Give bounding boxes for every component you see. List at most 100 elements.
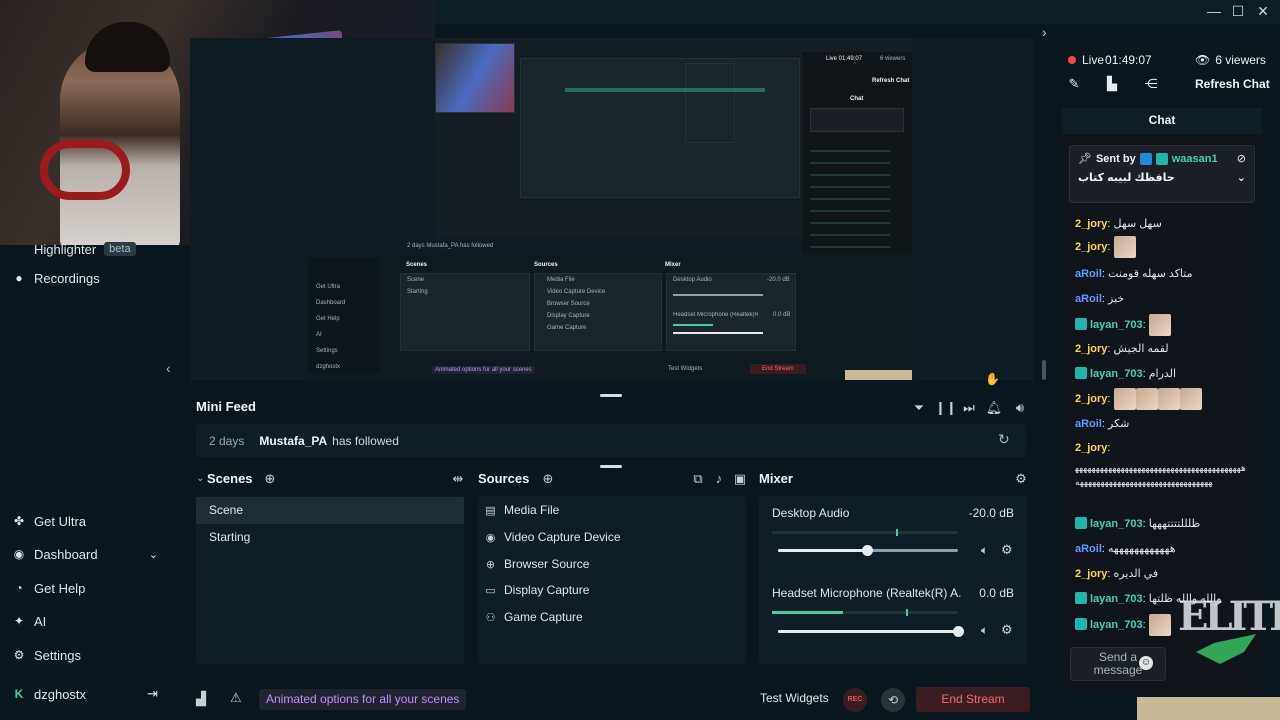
volume-slider-knob[interactable] xyxy=(953,626,964,637)
chat-user[interactable]: layan_703 xyxy=(1090,619,1143,631)
refresh-feed-icon[interactable]: ↻ xyxy=(998,431,1010,448)
source-item[interactable]: ⊕ Browser Source xyxy=(484,551,589,577)
edit-icon[interactable]: ✎ xyxy=(1066,76,1082,92)
preview-nested-sidebar: Get Ultra Dashboard Get Help AI Settings… xyxy=(308,258,380,373)
volume-slider-fill xyxy=(778,630,958,633)
viewers-label: 6 viewers xyxy=(1215,53,1266,67)
folder-icon[interactable]: ▣ xyxy=(732,471,748,487)
gear-icon[interactable]: ⚙ xyxy=(1001,622,1013,638)
mixer-title: Mixer xyxy=(759,471,793,486)
alert-icon[interactable]: ⚠ xyxy=(230,690,242,706)
preview-scene-item: Starting xyxy=(407,289,428,295)
sidebar-item-get-ultra[interactable]: ✤ Get Ultra xyxy=(12,509,86,533)
chat-text: خبز xyxy=(1108,293,1125,305)
event-user[interactable]: Mustafa_PA xyxy=(259,434,327,448)
sidebar-item-highlighter[interactable]: Highlighter beta xyxy=(12,237,136,261)
speaker-icon[interactable]: 🔈︎ xyxy=(981,623,988,638)
refresh-chat-button[interactable]: Refresh Chat xyxy=(1195,77,1270,91)
preview-source-item: Media File xyxy=(547,277,575,283)
mixer-channel-label: Headset Microphone (Realtek(R) A... xyxy=(772,586,962,600)
elite-logo-text: ELITE xyxy=(1178,593,1280,640)
pinned-message[interactable]: 📌︎ Sent by waasan1 ⊘ حافظك لبيبه كتاب ⌄ xyxy=(1069,145,1255,203)
pause-icon[interactable]: ❙❙ xyxy=(935,400,957,416)
chat-user[interactable]: layan_703 xyxy=(1090,319,1143,331)
sidebar-user[interactable]: K dzghostx ⇥ xyxy=(12,682,158,706)
stream-preview[interactable]: Live 01:49:07 6 viewers Refresh Chat Cha… xyxy=(190,38,1034,380)
scene-item[interactable]: Starting xyxy=(196,524,464,551)
preview-scenes-title: Scenes xyxy=(406,262,428,268)
share-icon[interactable]: ⋲ xyxy=(1143,76,1159,92)
test-widgets-button[interactable]: Test Widgets xyxy=(760,691,829,705)
chat-user[interactable]: 2_jory xyxy=(1075,343,1107,355)
chat-user[interactable]: 2_jory xyxy=(1075,442,1107,454)
audio-source-icon[interactable]: ♪ xyxy=(711,471,727,487)
chat-user[interactable]: aRoil xyxy=(1075,543,1102,555)
chat-user[interactable]: layan_703 xyxy=(1090,593,1143,605)
sidebar-item-settings[interactable]: ⚙ Settings xyxy=(12,643,81,667)
badge-icon xyxy=(1075,367,1087,379)
hide-icon[interactable]: ⊘ xyxy=(1237,152,1246,165)
stats-icon[interactable]: ▟ xyxy=(196,691,206,707)
chat-user[interactable]: 2_jory xyxy=(1075,241,1107,253)
add-scene-icon[interactable]: ⊕ xyxy=(262,471,278,487)
preview-mixer-meter xyxy=(673,324,713,326)
volume-slider-knob[interactable] xyxy=(862,545,873,556)
minimize-button[interactable]: — xyxy=(1202,0,1226,22)
chevron-right-icon[interactable]: › xyxy=(1042,24,1047,40)
mixer-channel-db: 0.0 dB xyxy=(979,586,1014,600)
preview-sources-panel: Media File Video Capture Device Browser … xyxy=(534,273,662,351)
promo-banner[interactable]: Animated options for all your scenes xyxy=(259,689,467,710)
source-label: Media File xyxy=(504,503,560,517)
group-icon[interactable]: ⧉ xyxy=(690,471,706,487)
sidebar-item-recordings[interactable]: ● Recordings xyxy=(12,266,99,290)
source-item[interactable]: ▤ Media File xyxy=(484,497,559,523)
replay-buffer-icon[interactable]: ⟲ xyxy=(881,688,905,712)
scene-item[interactable]: Scene xyxy=(196,497,464,524)
gear-icon[interactable]: ⚙ xyxy=(1013,471,1029,487)
logout-icon[interactable]: ⇥ xyxy=(147,686,158,702)
chat-user[interactable]: aRoil xyxy=(1075,268,1102,280)
minifeed-resize-handle[interactable] xyxy=(600,394,622,397)
chat-user[interactable]: 2_jory xyxy=(1075,568,1107,580)
preview-scrollbar[interactable] xyxy=(1042,360,1046,380)
preview-mixer-db: -20.0 dB xyxy=(767,277,790,283)
close-button[interactable]: ✕ xyxy=(1251,0,1275,22)
dock-resize-handle[interactable] xyxy=(600,465,622,468)
skip-icon[interactable]: ⏭ xyxy=(960,400,978,416)
chat-user[interactable]: layan_703 xyxy=(1090,518,1143,530)
sidebar-item-ai[interactable]: ✦ AI xyxy=(12,609,46,633)
preview-mixer-slider xyxy=(673,332,763,334)
add-source-icon[interactable]: ⊕ xyxy=(540,471,556,487)
badge-icon xyxy=(1075,617,1087,630)
source-item[interactable]: ⚇ Game Capture xyxy=(484,604,583,630)
volume-icon[interactable]: 🔊︎ xyxy=(1011,400,1029,416)
chevron-down-icon[interactable]: ⌄ xyxy=(1237,171,1246,184)
monitor-icon: ▭ xyxy=(485,584,496,597)
preview-mixer-item: Headset Microphone (Realtek(R) A... xyxy=(673,312,758,318)
gear-icon[interactable]: ⚙ xyxy=(1001,542,1013,558)
chat-user[interactable]: layan_703 xyxy=(1090,368,1143,380)
chat-user[interactable]: 2_jory xyxy=(1075,393,1107,405)
bell-icon[interactable]: 🔔︎ xyxy=(985,400,1003,416)
dashboard-tool-icon[interactable]: ▙ xyxy=(1104,76,1120,92)
source-item[interactable]: ◉ Video Capture Device xyxy=(484,524,621,550)
chat-user[interactable]: 2_jory xyxy=(1075,218,1107,230)
collapse-sidebar-icon[interactable]: ‹ xyxy=(166,360,182,380)
chat-user[interactable]: aRoil xyxy=(1075,293,1102,305)
end-stream-button[interactable]: End Stream xyxy=(916,687,1030,712)
volume-slider[interactable] xyxy=(778,630,958,633)
emote-image xyxy=(1113,236,1136,258)
scene-transition-icon[interactable]: ⇹ xyxy=(450,471,466,487)
emoji-icon[interactable]: ☺ xyxy=(1139,656,1153,670)
viewer-count: 👁︎ 6 viewers xyxy=(1195,53,1266,67)
chevron-down-icon[interactable]: ⌄ xyxy=(196,473,204,484)
sidebar-item-get-help[interactable]: ◔ Get Help xyxy=(12,576,85,600)
speaker-icon[interactable]: 🔈︎ xyxy=(981,543,988,558)
chat-user[interactable]: aRoil xyxy=(1075,418,1102,430)
preview-side-item: Get Help xyxy=(316,316,340,322)
sidebar-item-dashboard[interactable]: ◉ Dashboard ⌄ xyxy=(12,542,158,566)
filter-icon[interactable]: ⏷ xyxy=(910,400,928,416)
record-button[interactable]: REC xyxy=(843,688,867,712)
maximize-button[interactable]: ☐ xyxy=(1226,0,1250,22)
source-item[interactable]: ▭ Display Capture xyxy=(484,577,589,603)
